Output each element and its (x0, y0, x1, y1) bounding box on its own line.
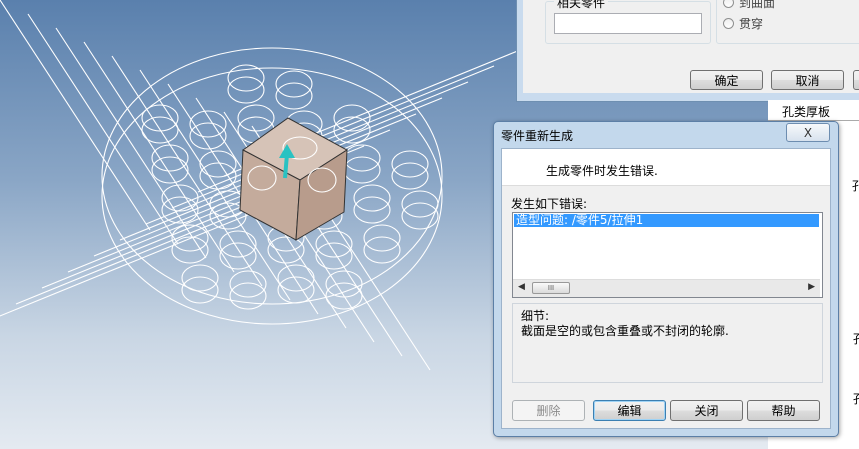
plate-hole (363, 224, 401, 252)
part-regeneration-dialog: 零件重新生成 X 生成零件时发生错误. 发生如下错误: 造型问题: /零件5/拉… (493, 121, 839, 437)
error-message: 生成零件时发生错误. (546, 164, 658, 178)
plate-hole (363, 236, 401, 264)
plate-hole (401, 190, 439, 218)
plate-hole (219, 230, 257, 258)
edit-button[interactable]: 编辑 (593, 400, 666, 421)
plate-grid-line (0, 0, 151, 231)
plate-hole (199, 150, 237, 178)
plate-hole (219, 242, 257, 270)
side-panel-text-fragment: 孔 (853, 330, 859, 347)
side-panel-text-fragment: 孔 (852, 179, 859, 193)
error-list[interactable]: 造型问题: /零件5/拉伸1 ◀ III ▶ (512, 212, 823, 298)
plate-hole (325, 270, 363, 298)
radio-to-surface-label: 到曲面 (739, 0, 776, 10)
plate-hole (151, 144, 189, 172)
plate-hole (267, 236, 305, 264)
plate-hole (275, 70, 313, 98)
plate-hole (401, 202, 439, 230)
close-button[interactable]: 关闭 (670, 400, 743, 421)
plate-hole (343, 144, 381, 172)
plate-hole (181, 276, 219, 304)
scroll-thumb[interactable]: III (532, 282, 570, 294)
plate-hole (151, 156, 189, 184)
plate-hole (229, 282, 267, 310)
help-button[interactable]: 帮助 (747, 400, 820, 421)
related-part-label: 相关零件 (554, 0, 609, 11)
dialog-body: 生成零件时发生错误. 发生如下错误: 造型问题: /零件5/拉伸1 ◀ III … (501, 148, 831, 429)
plate-hole (227, 64, 265, 92)
side-panel-text-fragment: 孔 (853, 390, 859, 407)
plate-hole (237, 104, 275, 132)
radio-to-surface[interactable]: 到曲面 (723, 0, 775, 11)
plate-hole (353, 184, 391, 212)
plate-hole (343, 156, 381, 184)
hole-options-body: 相关零件 到曲面 贯穿 确定 取消 (523, 0, 859, 93)
related-part-input[interactable] (554, 13, 702, 34)
plate-hole (199, 162, 237, 190)
detail-panel: 细节: 截面是空的或包含重叠或不封闭的轮廓. (512, 303, 823, 383)
detail-text: 截面是空的或包含重叠或不封闭的轮廓. (521, 324, 729, 338)
plate-hole (315, 242, 353, 270)
apply-button[interactable] (853, 70, 859, 90)
horizontal-scrollbar[interactable]: ◀ III ▶ (513, 279, 820, 297)
hole-options-dialog: 相关零件 到曲面 贯穿 确定 取消 (516, 0, 859, 102)
plate-hole (181, 264, 219, 292)
radio-through-all[interactable]: 贯穿 (723, 15, 763, 32)
close-icon[interactable]: X (786, 123, 830, 142)
message-header: 生成零件时发生错误. (502, 149, 830, 186)
plate-hole (353, 196, 391, 224)
dialog-title: 零件重新生成 (501, 129, 574, 143)
plate-hole (171, 236, 209, 264)
related-part-group: 相关零件 (545, 0, 711, 44)
plate-hole (141, 104, 179, 132)
depth-type-group: 到曲面 贯穿 (716, 0, 859, 44)
scroll-right-icon[interactable]: ▶ (808, 282, 815, 292)
plate-grid-line (55, 27, 207, 259)
plate-grid-line (0, 209, 261, 317)
plate-hole (277, 264, 315, 292)
plate-hole (227, 76, 265, 104)
errors-label: 发生如下错误: (511, 197, 588, 211)
delete-button[interactable]: 删除 (512, 400, 585, 421)
radio-circle-icon (723, 18, 734, 29)
plate-hole (315, 230, 353, 258)
scroll-left-icon[interactable]: ◀ (518, 282, 525, 292)
side-panel-title: 孔类厚板 (782, 105, 831, 119)
plate-hole (391, 162, 429, 190)
radio-circle-icon (723, 0, 734, 8)
plate-hole (391, 150, 429, 178)
ok-button[interactable]: 确定 (690, 70, 763, 90)
plate-hole (275, 82, 313, 110)
radio-through-all-label: 贯穿 (739, 17, 764, 31)
cancel-button[interactable]: 取消 (771, 70, 844, 90)
plate-hole (189, 110, 227, 138)
list-item[interactable]: 造型问题: /零件5/拉伸1 (514, 214, 819, 227)
